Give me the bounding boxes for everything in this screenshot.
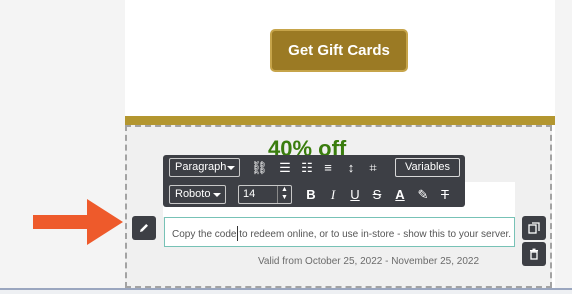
right-gutter (555, 0, 572, 290)
validity-dates-text: Valid from October 25, 2022 - November 2… (258, 256, 480, 267)
italic-icon[interactable]: I (325, 187, 341, 203)
text-cursor (237, 226, 238, 241)
bold-icon[interactable]: B (303, 187, 319, 203)
text-color-icon[interactable]: A (392, 187, 408, 203)
special-characters-icon[interactable]: ⌗ (365, 160, 381, 176)
trash-icon (530, 248, 538, 260)
chevron-down-icon (213, 193, 221, 197)
font-size-value: 14 (243, 188, 256, 200)
unlink-icon[interactable]: ⛓ (251, 160, 268, 176)
highlight-icon[interactable]: ✎ (415, 187, 431, 203)
clear-format-icon[interactable]: T (437, 187, 453, 203)
delete-block-button[interactable] (522, 242, 546, 266)
strikethrough-icon[interactable]: S (369, 187, 385, 203)
font-family-value: Roboto (175, 188, 211, 200)
stepper-up-icon[interactable]: ▲ (278, 186, 291, 194)
font-size-stepper[interactable]: ▲ ▼ (277, 186, 291, 203)
numbered-list-icon[interactable]: ☷ (299, 160, 315, 176)
line-height-icon[interactable]: ↕ (343, 160, 359, 176)
block-format-value: Paragraph (175, 161, 227, 173)
font-size-field[interactable]: 14 ▲ ▼ (238, 185, 292, 204)
copy-icon (528, 222, 540, 234)
pencil-icon (140, 224, 148, 232)
block-format-select[interactable]: Paragraph (169, 158, 240, 177)
divider-band (125, 116, 555, 125)
arrow-icon (33, 199, 123, 245)
edit-block-button[interactable] (132, 216, 156, 240)
redeem-instructions-text[interactable]: Copy the code to redeem online, or to us… (172, 229, 511, 240)
underline-icon[interactable]: U (347, 187, 363, 203)
variables-button[interactable]: Variables (395, 158, 460, 177)
font-family-select[interactable]: Roboto (169, 185, 226, 204)
left-gutter (0, 0, 125, 290)
chevron-down-icon (227, 166, 235, 170)
duplicate-block-button[interactable] (522, 216, 546, 240)
bulleted-list-icon[interactable]: ☰ (277, 160, 293, 176)
align-left-icon[interactable]: ≡ (320, 160, 336, 176)
stepper-down-icon[interactable]: ▼ (278, 194, 291, 202)
get-gift-cards-button[interactable]: Get Gift Cards (270, 29, 408, 72)
bottom-strip (0, 290, 572, 294)
